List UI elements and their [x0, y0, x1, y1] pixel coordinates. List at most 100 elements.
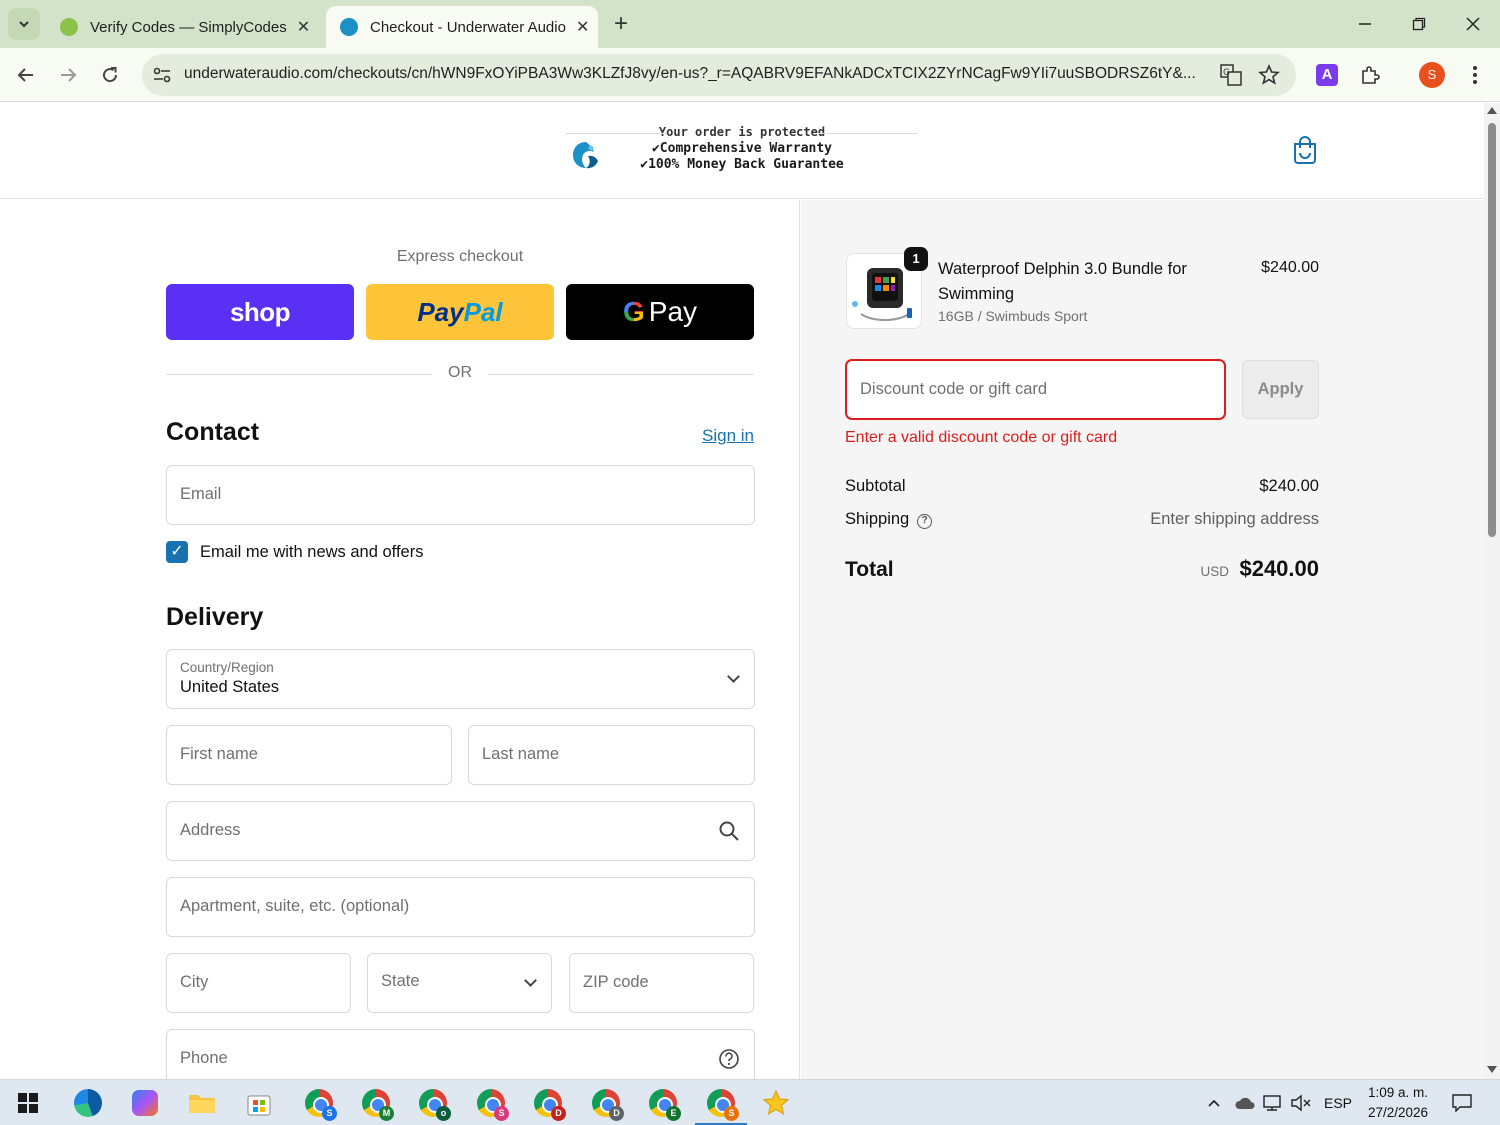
profile-badge: o — [436, 1106, 451, 1121]
warranty-text: ✔Comprehensive Warranty — [651, 141, 832, 156]
apartment-placeholder: Apartment, suite, etc. (optional) — [180, 897, 410, 915]
search-icon — [719, 821, 739, 841]
shop-pay-button[interactable]: shop — [166, 284, 354, 340]
sign-in-link[interactable]: Sign in — [680, 426, 754, 446]
forward-button[interactable] — [52, 59, 84, 91]
tab-simplycodes[interactable]: Verify Codes — SimplyCodes ✕ — [46, 6, 322, 48]
chrome-profile-m-app[interactable]: M — [360, 1087, 394, 1121]
divider-line — [488, 374, 754, 375]
shipping-row: Shipping? Enter shipping address — [845, 510, 1319, 534]
page-scrollbar[interactable] — [1484, 103, 1500, 1079]
state-select[interactable]: State — [367, 953, 552, 1013]
back-button[interactable] — [10, 59, 42, 91]
help-icon[interactable] — [718, 1048, 740, 1070]
profile-badge: D — [609, 1106, 624, 1121]
address-field[interactable]: Address — [166, 801, 755, 861]
browser-menu-button[interactable] — [1462, 62, 1488, 88]
shopping-bag-icon[interactable] — [1292, 136, 1318, 164]
last-name-field[interactable]: Last name — [468, 725, 755, 785]
discount-error-message: Enter a valid discount code or gift card — [845, 429, 1118, 446]
show-hidden-icons-button[interactable] — [1206, 1080, 1222, 1125]
clock-time: 1:09 a. m. — [1367, 1085, 1429, 1100]
chevron-down-icon — [524, 974, 537, 987]
country-select[interactable]: Country/Region United States — [166, 649, 755, 709]
country-value: United States — [180, 678, 280, 696]
store-app[interactable] — [243, 1087, 275, 1119]
paypal-label-b: Pal — [463, 296, 503, 327]
chrome-profile-s2-app[interactable]: S — [475, 1087, 509, 1121]
favorites-app[interactable] — [760, 1087, 792, 1119]
tab-checkout[interactable]: Checkout - Underwater Audio ✕ — [326, 6, 598, 48]
product-name: Waterproof Delphin 3.0 Bundle for Swimmi… — [938, 260, 1187, 303]
notifications-button[interactable] — [1452, 1080, 1472, 1125]
zip-code-field[interactable]: ZIP code — [569, 953, 754, 1013]
volume-tray-button[interactable] — [1290, 1080, 1312, 1125]
chrome-profile-d2-app[interactable]: D — [590, 1087, 624, 1121]
first-name-field[interactable]: First name — [166, 725, 452, 785]
extension-a-button[interactable]: A — [1314, 62, 1340, 88]
shop-pay-label: shop — [229, 296, 291, 327]
copilot-icon — [132, 1090, 158, 1116]
currency-code: USD — [1200, 564, 1229, 579]
tab-search-button[interactable] — [8, 8, 40, 40]
language-indicator[interactable]: ESP — [1324, 1080, 1352, 1125]
newsletter-checkbox[interactable]: ✓ — [166, 541, 188, 563]
file-explorer-app[interactable] — [186, 1087, 218, 1119]
url-text[interactable]: underwateraudio.com/checkouts/cn/hWN9FxO… — [184, 65, 1206, 83]
svg-text:G: G — [1223, 68, 1230, 78]
google-pay-button[interactable]: G Pay — [566, 284, 754, 340]
start-button[interactable] — [12, 1087, 44, 1119]
scroll-up-arrow-icon[interactable] — [1487, 107, 1497, 114]
chrome-profile-d-app[interactable]: D — [532, 1087, 566, 1121]
restore-button[interactable] — [1392, 0, 1446, 48]
address-bar[interactable]: underwateraudio.com/checkouts/cn/hWN9FxO… — [142, 54, 1296, 96]
profile-button[interactable]: S — [1419, 62, 1445, 88]
clock[interactable]: 1:09 a. m. 27/2/2026 — [1356, 1083, 1440, 1123]
chrome-profile-o-app[interactable]: o — [417, 1087, 451, 1121]
new-tab-button[interactable]: + — [606, 10, 636, 40]
apartment-field[interactable]: Apartment, suite, etc. (optional) — [166, 877, 755, 937]
chrome-profile-s-app[interactable]: S — [303, 1087, 337, 1121]
copilot-app[interactable] — [129, 1087, 161, 1119]
scroll-down-arrow-icon[interactable] — [1487, 1066, 1497, 1073]
scrollbar-thumb[interactable] — [1488, 123, 1496, 537]
site-settings-icon[interactable] — [152, 66, 172, 84]
first-name-placeholder: First name — [180, 745, 258, 763]
close-tab-icon[interactable]: ✕ — [297, 17, 310, 37]
extensions-button[interactable] — [1357, 62, 1383, 88]
profile-badge: D — [551, 1106, 566, 1121]
reload-button[interactable] — [94, 59, 126, 91]
chrome-icon: D — [592, 1089, 624, 1121]
close-tab-icon[interactable]: ✕ — [576, 17, 589, 37]
network-tray-button[interactable] — [1262, 1080, 1284, 1125]
volume-muted-icon — [1291, 1094, 1311, 1112]
or-divider: OR — [166, 364, 754, 384]
onedrive-tray-button[interactable] — [1234, 1080, 1256, 1125]
arrow-right-icon — [61, 68, 77, 82]
phone-placeholder: Phone — [180, 1049, 228, 1067]
email-field[interactable]: Email — [166, 465, 755, 525]
chrome-profile-s3-app[interactable]: S — [695, 1087, 747, 1125]
email-placeholder: Email — [180, 485, 222, 503]
minimize-button[interactable] — [1338, 0, 1392, 48]
newsletter-option[interactable]: ✓ Email me with news and offers — [166, 540, 423, 564]
windows-logo-icon — [18, 1093, 38, 1113]
google-pay-label: Pay — [648, 296, 698, 327]
more-vertical-icon — [1473, 66, 1477, 84]
or-text: OR — [448, 364, 472, 381]
bookmark-star-icon[interactable] — [1258, 64, 1280, 86]
chrome-icon: S — [477, 1089, 509, 1121]
profile-badge: M — [379, 1106, 394, 1121]
help-icon[interactable]: ? — [917, 514, 933, 529]
translate-icon[interactable]: G — [1220, 64, 1242, 86]
chrome-profile-e-app[interactable]: E — [647, 1087, 681, 1121]
express-checkout-label: Express checkout — [396, 248, 524, 265]
close-window-button[interactable] — [1446, 0, 1500, 48]
paypal-button[interactable]: Pay Pal — [366, 284, 554, 340]
city-field[interactable]: City — [166, 953, 351, 1013]
apply-discount-button[interactable]: Apply — [1242, 360, 1319, 419]
edge-app[interactable] — [72, 1087, 104, 1119]
phone-field[interactable]: Phone — [166, 1029, 755, 1079]
shipping-value: Enter shipping address — [1150, 510, 1319, 528]
discount-code-input[interactable]: Discount code or gift card — [845, 359, 1226, 420]
